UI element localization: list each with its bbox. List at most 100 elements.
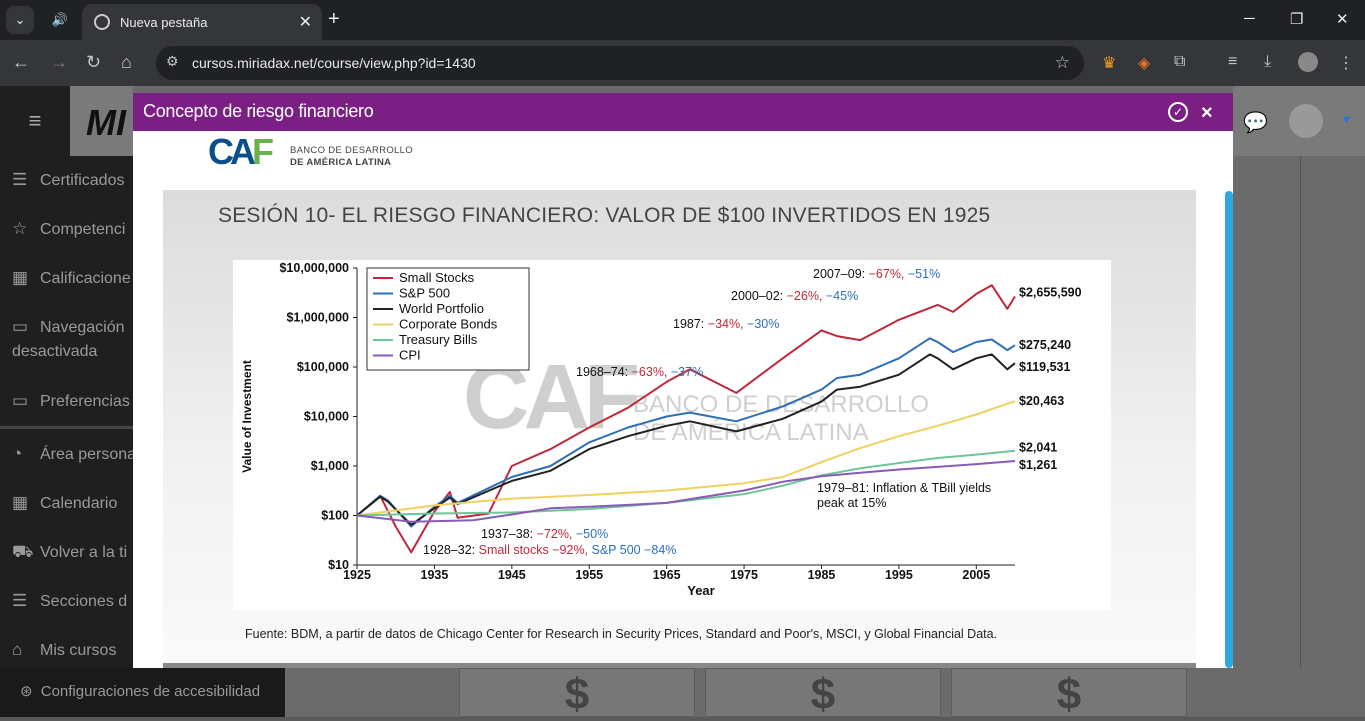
back-icon[interactable]: ← — [12, 52, 30, 73]
tab-title: Nueva pestaña — [120, 14, 208, 30]
annotation: 1968–74: −63%, −37% — [576, 365, 703, 379]
sidebar-item-label: Calificacione — [40, 270, 131, 287]
caf-logo-mark: CAF — [208, 131, 274, 172]
annotation-sp500: −51% — [908, 267, 940, 281]
slide-title: SESIÓN 10- EL RIESGO FINANCIERO: VALOR D… — [218, 204, 991, 227]
annotation: peak at 15% — [817, 496, 887, 510]
chrome-icon — [94, 14, 110, 30]
modal-dialog: Concepto de riesgo financiero ✓ × CAF BA… — [133, 93, 1233, 668]
course-card[interactable]: $ — [705, 668, 941, 719]
chevron-down-icon[interactable]: ▼ — [1341, 114, 1352, 126]
minimize-button[interactable]: ─ — [1244, 10, 1255, 27]
sidebar-item-label: Navegación — [40, 319, 125, 336]
restore-button[interactable]: ❐ — [1290, 10, 1303, 28]
x-tick-label: 1975 — [730, 568, 758, 582]
tab-nueva-pestana[interactable]: Nueva pestaña ✕ — [82, 4, 322, 40]
annotation-sp500: S&P 500 −84% — [592, 543, 677, 557]
y-tick-label: $1,000,000 — [286, 311, 349, 325]
site-info-icon[interactable]: ⚙ — [166, 53, 179, 70]
star-icon: ☆ — [12, 219, 28, 238]
annotation-period: 2000–02: — [731, 289, 787, 303]
x-tick-label: 1945 — [498, 568, 526, 582]
accessibility-icon: ⊛ — [20, 683, 33, 700]
table-icon: ▦ — [12, 268, 29, 287]
annotation-period: 1968–74: — [576, 365, 632, 379]
folder-icon: ▭ — [12, 391, 29, 410]
check-icon[interactable]: ✓ — [1168, 102, 1188, 122]
list-icon: ☰ — [12, 591, 28, 610]
legend-label: Treasury Bills — [399, 332, 478, 347]
watermark-text: DE AMÉRICA LATINA — [633, 419, 869, 446]
layers-icon: ☰ — [12, 170, 28, 189]
close-icon[interactable]: × — [1201, 102, 1213, 125]
sidebar-item-label: Volver a la ti — [40, 544, 128, 561]
modal-scrollbar[interactable] — [1225, 191, 1233, 668]
annotation-period: 2007–09: — [813, 267, 869, 281]
profile-avatar[interactable] — [1298, 52, 1318, 72]
annotation-period: 1928–32: — [423, 543, 479, 557]
legend: Small StocksS&P 500World PortfolioCorpor… — [366, 267, 530, 371]
sidebar-item-label: Secciones d — [40, 593, 128, 610]
forward-icon[interactable]: → — [50, 52, 68, 73]
close-window-button[interactable]: ✕ — [1336, 10, 1349, 28]
menu-dots-icon[interactable]: ⋮ — [1338, 53, 1354, 73]
annotation: 2007–09: −67%, −51% — [813, 267, 940, 281]
course-card[interactable]: $ — [951, 668, 1187, 719]
accessibility-settings[interactable]: ⊛ Configuraciones de accesibilidad — [0, 668, 285, 717]
annotation-small-stocks: −26%, — [787, 289, 826, 303]
y-tick-label: $10,000,000 — [279, 261, 349, 275]
annotation-period: 1987: — [673, 317, 708, 331]
final-value-label: $2,655,590 — [1019, 286, 1082, 300]
reload-icon[interactable]: ↻ — [86, 52, 101, 73]
annotation-sp500: −30% — [747, 317, 779, 331]
course-card[interactable]: $ — [459, 668, 695, 719]
x-tick-label: 1965 — [653, 568, 681, 582]
tab-search-button[interactable]: ⌄ — [6, 6, 34, 34]
url-text: cursos.miriadax.net/course/view.php?id=1… — [192, 55, 476, 71]
annotation-period: 1937–38: — [481, 527, 537, 541]
messages-icon[interactable]: 💬 — [1243, 110, 1268, 135]
bookmark-star-icon[interactable]: ☆ — [1055, 53, 1070, 73]
cart-icon: ⛟ — [12, 542, 34, 561]
x-tick-label: 1935 — [421, 568, 449, 582]
browser-chrome: ⌄ 🔊 Nueva pestaña ✕ + ─ ❐ ✕ ← → ↻ ⌂ ⚙ cu… — [0, 0, 1365, 86]
extensions-icon[interactable]: ⧉ — [1174, 53, 1185, 71]
annotation: 2000–02: −26%, −45% — [731, 289, 858, 303]
y-tick-label: $100,000 — [297, 360, 349, 374]
investment-chart: CAFBANCO DE DESARROLLODE AMÉRICA LATINA … — [233, 260, 1111, 610]
audio-icon[interactable]: 🔊 — [46, 6, 74, 34]
address-bar[interactable]: ⚙ cursos.miriadax.net/course/view.php?id… — [156, 46, 1084, 80]
annotation-sp500: −37% — [671, 365, 703, 379]
annotation: 1937–38: −72%, −50% — [481, 527, 608, 541]
x-axis-label: Year — [687, 583, 714, 598]
x-tick-label: 1995 — [885, 568, 913, 582]
user-menu-area: 💬 ▼ — [1233, 86, 1365, 156]
sidebar-item-label: Competenci — [40, 221, 126, 238]
tab-close-icon[interactable]: ✕ — [299, 12, 312, 32]
mortarboard-extension-icon[interactable]: ◈ — [1138, 53, 1150, 73]
toolbar: ← → ↻ ⌂ ⚙ cursos.miriadax.net/course/vie… — [0, 40, 1365, 86]
home-icon[interactable]: ⌂ — [121, 52, 132, 73]
user-avatar[interactable] — [1289, 104, 1323, 138]
modal-header: Concepto de riesgo financiero ✓ × — [133, 93, 1233, 131]
final-value-label: $1,261 — [1019, 458, 1057, 472]
new-tab-button[interactable]: + — [328, 8, 340, 31]
legend-label: Small Stocks — [399, 270, 475, 285]
site-logo[interactable]: MI — [70, 86, 133, 156]
media-control-icon[interactable]: ≡ — [1228, 53, 1237, 71]
annotation: 1987: −34%, −30% — [673, 317, 779, 331]
annotation-small-stocks: −34%, — [708, 317, 747, 331]
sidebar-item-label: Certificados — [40, 172, 125, 189]
source-note: Fuente: BDM, a partir de datos de Chicag… — [245, 627, 998, 641]
crown-extension-icon[interactable]: ♛ — [1102, 53, 1116, 73]
sidebar-item-label: Preferencias — [40, 393, 130, 410]
legend-label: CPI — [399, 348, 421, 363]
sidebar-item-label: Calendario — [40, 495, 118, 512]
annotation: 1979–81: Inflation & TBill yields — [817, 481, 991, 495]
final-value-label: $275,240 — [1019, 338, 1071, 352]
sidebar-item-label: Área persona — [40, 446, 137, 463]
hamburger-menu-icon[interactable]: ≡ — [0, 86, 70, 156]
modal-title: Concepto de riesgo financiero — [143, 101, 374, 121]
download-icon[interactable]: ⤓ — [1264, 53, 1271, 71]
annotation-sp500: −50% — [576, 527, 608, 541]
